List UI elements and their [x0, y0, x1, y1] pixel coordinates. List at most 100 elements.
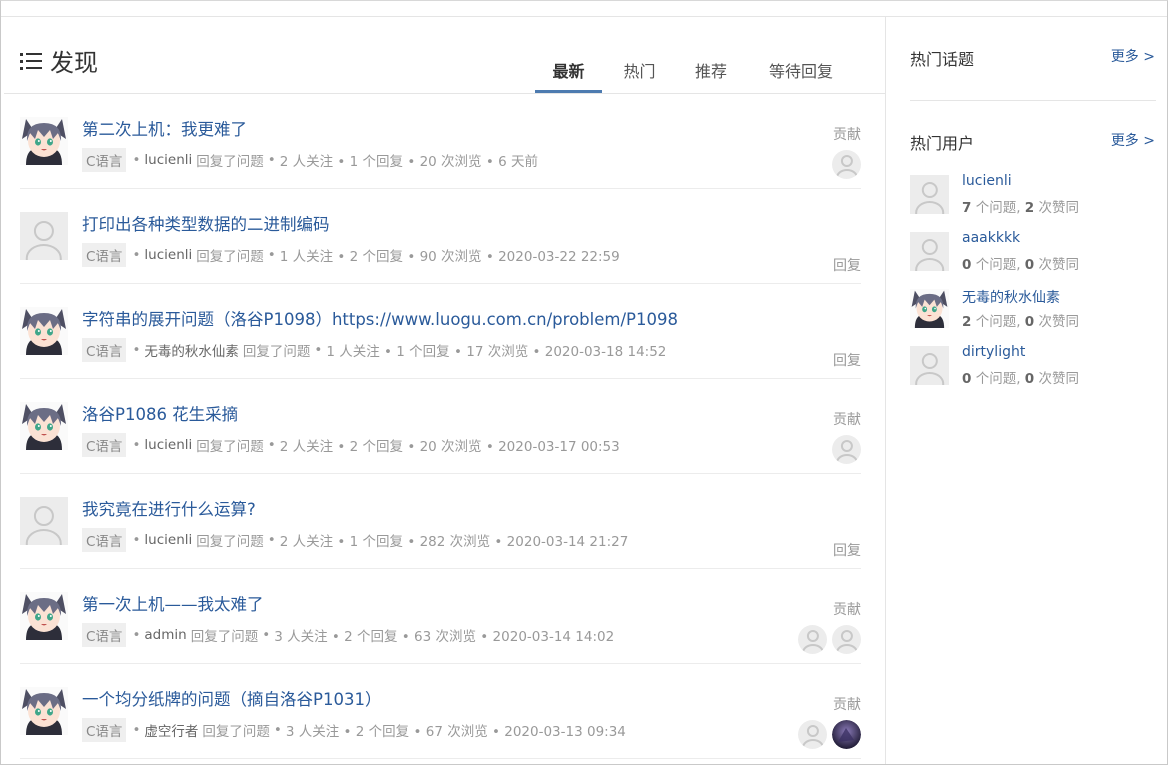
like-count: 2 [1024, 200, 1035, 216]
author-avatar[interactable] [20, 117, 68, 165]
reply-user-link[interactable]: 虚空行者 [144, 720, 198, 740]
question-item: 洛谷P1086 花生采摘 C语言 • lucienli 回复了问题 • 2 人关注 • 2 … [20, 379, 861, 474]
hot-users-title: 热门用户 [910, 134, 975, 153]
reply-action-text: 回复了问题 [196, 249, 264, 265]
contributor-avatars [827, 435, 861, 464]
topic-tag[interactable]: C语言 [82, 243, 127, 267]
reply-user-link[interactable]: admin [144, 627, 186, 643]
head-shape [806, 725, 819, 738]
question-item: 第二次上机：我更难了 C语言 • lucienli 回复了问题 • 2 人关注 • 1 个回… [20, 94, 861, 189]
main-column: 发现 最新 热门 推荐 等待回复 第二次上机：我更难了 C语言 • lucienli 回… [4, 17, 885, 764]
body-shape [801, 739, 824, 749]
topic-tag[interactable]: C语言 [82, 338, 127, 362]
tab-recommended[interactable]: 推荐 [677, 59, 745, 93]
hot-users-more-link[interactable]: 更多 > [1111, 130, 1155, 150]
question-meta: C语言 • admin 回复了问题 • 3 人关注 • 2 个回复 • 63 次浏览 • … [82, 623, 614, 647]
reply-user-link[interactable]: lucienli [144, 247, 192, 263]
contributor-avatar[interactable] [832, 150, 861, 179]
meta-separator: • [132, 627, 141, 643]
head-shape [840, 440, 853, 453]
question-meta: C语言 • lucienli 回复了问题 • 1 人关注 • 2 个回复 • 90 次浏览… [82, 243, 620, 267]
author-avatar[interactable] [20, 497, 68, 545]
question-title-link[interactable]: 第二次上机：我更难了 [82, 116, 247, 140]
question-stats: 3 人关注 • 2 个回复 • 63 次浏览 • 2020-03-14 14:0… [274, 629, 615, 645]
user-avatar[interactable] [910, 175, 949, 214]
activity-label: 回复 [833, 543, 861, 559]
contributor-avatar[interactable] [832, 435, 861, 464]
question-item: 第一次上机——我太难了 C语言 • admin 回复了问题 • 3 人关注 • 2 个回复 … [20, 569, 861, 664]
question-count: 0 [962, 371, 972, 387]
body-shape [914, 371, 945, 385]
author-avatar[interactable] [20, 687, 68, 735]
meta-separator: • [132, 722, 141, 738]
activity-label: 贡献 [833, 127, 861, 143]
question-count-label: 个问题, [971, 371, 1025, 387]
reply-user-link[interactable]: lucienli [144, 532, 192, 548]
dark-avatar-icon [832, 720, 861, 749]
question-count: 2 [962, 314, 972, 330]
hot-topics-more-link[interactable]: 更多 > [1111, 46, 1155, 66]
meta-separator: • [267, 532, 276, 548]
discover-header: 发现 最新 热门 推荐 等待回复 [4, 17, 885, 94]
tab-awaiting-reply[interactable]: 等待回复 [745, 59, 857, 93]
author-avatar[interactable] [20, 307, 68, 355]
user-stats: 0 个问题, 0 次赞同 [962, 367, 1079, 387]
user-stats: 2 个问题, 0 次赞同 [962, 310, 1079, 330]
topic-tag[interactable]: C语言 [82, 623, 127, 647]
anime-avatar-icon [20, 307, 68, 355]
question-item: 我究竟在进行什么运算? C语言 • lucienli 回复了问题 • 2 人关注 • 1 个… [20, 474, 861, 569]
question-meta: C语言 • 无毒的秋水仙素 回复了问题 • 1 人关注 • 1 个回复 • 17 次浏览 … [82, 338, 666, 362]
topic-tag[interactable]: C语言 [82, 148, 127, 172]
hot-user-item: 无毒的秋水仙素 2 个问题, 0 次赞同 [910, 287, 1156, 331]
anime-avatar-icon [20, 592, 68, 640]
head-shape [921, 182, 938, 199]
user-name-link[interactable]: aaakkkk [962, 230, 1020, 246]
like-count: 0 [1024, 257, 1035, 273]
tab-latest[interactable]: 最新 [535, 59, 602, 93]
activity-label: 回复 [833, 258, 861, 274]
topic-tag[interactable]: C语言 [82, 433, 127, 457]
contributor-avatar[interactable] [798, 625, 827, 654]
user-name-link[interactable]: 无毒的秋水仙素 [962, 287, 1060, 307]
question-count-label: 个问题, [971, 314, 1025, 330]
user-name-link[interactable]: lucienli [962, 173, 1012, 189]
like-count-label: 次赞同 [1034, 200, 1079, 216]
contributor-avatar[interactable] [832, 625, 861, 654]
reply-action-text: 回复了问题 [196, 154, 264, 170]
reply-action-text: 回复了问题 [242, 344, 311, 360]
reply-user-link[interactable]: 无毒的秋水仙素 [144, 340, 239, 360]
question-meta: C语言 • lucienli 回复了问题 • 2 人关注 • 1 个回复 • 282 次浏… [82, 528, 628, 552]
reply-action-text: 回复了问题 [190, 629, 259, 645]
question-title-link[interactable]: 洛谷P1086 花生采摘 [82, 401, 238, 425]
anime-avatar-icon [20, 687, 68, 735]
contributor-avatars [827, 150, 861, 179]
question-stats: 3 人关注 • 2 个回复 • 67 次浏览 • 2020-03-13 09:3… [285, 724, 626, 740]
user-avatar[interactable] [910, 346, 949, 385]
user-name-link[interactable]: dirtylight [962, 344, 1025, 360]
question-title-link[interactable]: 我究竟在进行什么运算? [82, 496, 256, 520]
activity-label: 回复 [833, 353, 861, 369]
topic-tag[interactable]: C语言 [82, 718, 127, 742]
question-title-link[interactable]: 第一次上机——我太难了 [82, 591, 264, 615]
question-title-link[interactable]: 一个均分纸牌的问题（摘自洛谷P1031） [82, 686, 381, 710]
head-shape [33, 505, 55, 526]
author-avatar[interactable] [20, 402, 68, 450]
page-title-text: 发现 [50, 49, 98, 77]
sidebar-divider [910, 100, 1156, 101]
user-avatar[interactable] [910, 232, 949, 271]
contributor-avatar[interactable] [832, 720, 861, 749]
author-avatar[interactable] [20, 212, 68, 260]
reply-user-link[interactable]: lucienli [144, 152, 192, 168]
contributor-avatar[interactable] [798, 720, 827, 749]
topic-tag[interactable]: C语言 [82, 528, 127, 552]
reply-user-link[interactable]: lucienli [144, 437, 192, 453]
page-title: 发现 [20, 43, 98, 78]
question-title-link[interactable]: 打印出各种类型数据的二进制编码 [82, 211, 330, 235]
user-avatar[interactable] [910, 289, 949, 328]
question-title-link[interactable]: 字符串的展开问题（洛谷P1098）https://www.luogu.com.c… [82, 306, 678, 330]
head-shape [840, 155, 853, 168]
tab-hot[interactable]: 热门 [602, 59, 677, 93]
reply-action-text: 回复了问题 [196, 439, 264, 455]
meta-separator: • [132, 437, 141, 453]
author-avatar[interactable] [20, 592, 68, 640]
